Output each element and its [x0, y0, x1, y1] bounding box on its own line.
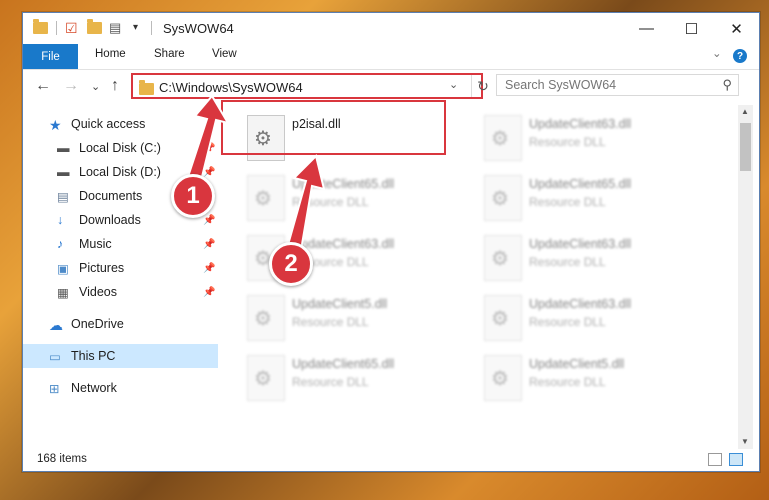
step-2-badge: 2	[269, 242, 313, 286]
arrow-to-file	[284, 154, 326, 258]
step-1-badge: 1	[171, 174, 215, 218]
annotation-arrows	[183, 94, 326, 258]
